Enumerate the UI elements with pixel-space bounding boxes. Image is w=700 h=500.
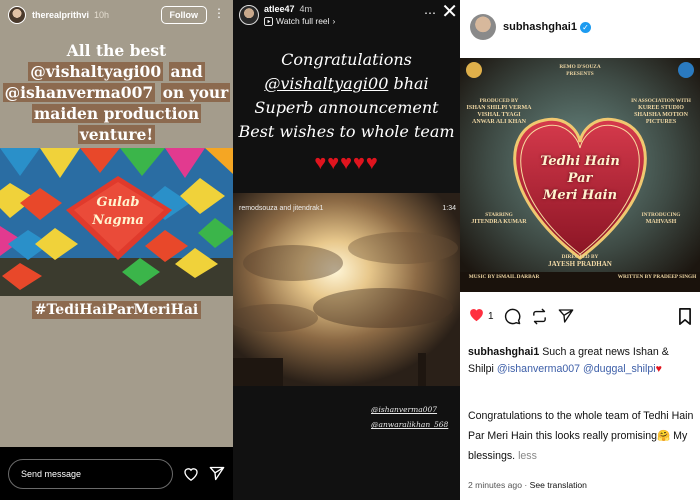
kite-label-nagma: Nagma — [91, 213, 144, 228]
poster-producer1: ISHAN SHILPI VERMA — [466, 105, 532, 111]
post-header: subhashghai1 ✓ — [470, 14, 591, 40]
wish-line3: on your — [160, 83, 231, 102]
avatar[interactable] — [8, 6, 26, 24]
story-username[interactable]: therealprithvi — [32, 10, 89, 20]
post-caption-continued: Congratulations to the whole team of Ted… — [468, 406, 694, 466]
poster-producer3: ANWAR ALI KHAN — [471, 119, 526, 125]
poster-introducing: MAHVASH — [645, 219, 677, 225]
reel-credit: remodsouza and jitendrak1 — [239, 205, 324, 212]
reel-video-thumbnail[interactable] — [233, 193, 460, 386]
wish-line4: maiden production — [31, 104, 202, 123]
see-translation-link[interactable]: See translation — [530, 480, 587, 490]
msg-line3: Superb announcement — [254, 98, 439, 117]
poster-assoc2: SHAISHA MOTION PICTURES — [634, 112, 688, 125]
poster-produced-label: PRODUCED BY — [479, 98, 519, 104]
story-time: 4m — [299, 4, 313, 14]
post-caption: subhashghai1 Such a great news Ishan & S… — [468, 344, 694, 378]
msg-bhai: bhai — [393, 74, 429, 93]
avatar[interactable] — [470, 14, 496, 40]
send-message-input[interactable]: Send message — [8, 458, 173, 489]
poster-writer: WRITTEN BY PRADEEP SINGH — [617, 274, 697, 280]
share-icon[interactable] — [558, 308, 574, 324]
watch-full-reel-label: Watch full reel — [276, 16, 330, 26]
share-icon[interactable] — [209, 466, 225, 481]
heart-filled-icon[interactable] — [468, 306, 485, 327]
poster-assoc1: KUREE STUDIO — [638, 105, 684, 111]
post-username[interactable]: subhashghai1 — [503, 21, 577, 33]
hashtag-text[interactable]: #TediHaiParMeriHai — [31, 301, 202, 319]
poster-starring-label: STARRING — [485, 212, 513, 218]
more-options-icon[interactable]: ⋯ — [424, 6, 436, 20]
story-time: 10h — [94, 10, 110, 20]
story-footer: Send message — [0, 447, 233, 500]
heart-icon[interactable] — [183, 466, 199, 481]
red-heart-emoji: ♥ — [655, 363, 662, 375]
caption-mention-ishan[interactable]: @ishanverma007 — [497, 363, 580, 375]
avatar[interactable] — [239, 5, 259, 25]
poster-director: JAYESH PRADHAN — [548, 260, 612, 268]
story-username[interactable]: atlee47 — [264, 4, 295, 14]
story-panel-atlee47: atlee47 4m Watch full reel › ⋯ ✕ Congratul… — [233, 0, 460, 500]
kites-image: Gulab Nagma — [0, 148, 233, 296]
wish-mention-vishal[interactable]: @vishaltyagi00 — [28, 62, 164, 81]
verified-badge-icon: ✓ — [579, 21, 591, 33]
poster-title-line3: Meri Hain — [542, 188, 618, 203]
less-link[interactable]: less — [518, 450, 537, 462]
mention-ishanverma[interactable]: @ishanverma007 — [371, 405, 437, 414]
post-panel-subhashghai1: subhashghai1 ✓ REMO D'SOUZA PRESENTS PRO… — [460, 0, 700, 500]
more-options-icon[interactable]: ⋮ — [213, 7, 225, 19]
poster-producer2: VISHAL TYAGI — [477, 112, 521, 118]
post-time-ago: 2 minutes ago — [468, 480, 522, 490]
hugging-face-emoji: 🤗 — [657, 430, 671, 442]
poster-assoc-label: IN ASSOCIATION WITH — [631, 98, 691, 104]
bookmark-icon[interactable] — [678, 307, 692, 325]
wish-and: and — [168, 62, 205, 81]
hearts-emoji: ♥♥♥♥♥ — [314, 152, 379, 174]
poster-presents: PRESENTS — [566, 71, 594, 77]
close-icon[interactable]: ✕ — [441, 2, 458, 22]
msg-line4: Best wishes to whole team — [238, 122, 455, 141]
follow-button[interactable]: Follow — [160, 6, 207, 24]
wish-line5: venture! — [77, 125, 156, 144]
poster-star: JITENDRA KUMAR — [471, 219, 527, 225]
caption-username[interactable]: subhashghai1 — [468, 346, 539, 358]
watch-full-reel-link[interactable]: Watch full reel › — [264, 16, 335, 26]
mention-anwaralikhan[interactable]: @anwaralikhan_568 — [371, 420, 448, 429]
repost-icon[interactable] — [531, 308, 548, 325]
reel-duration: 1:34 — [442, 205, 456, 212]
post-meta: 2 minutes ago · See translation — [468, 480, 587, 490]
like-count[interactable]: 1 — [488, 311, 494, 322]
poster-music: MUSIC BY ISMAIL DARBAR — [468, 274, 540, 280]
movie-poster-image[interactable]: REMO D'SOUZA PRESENTS PRODUCED BY ISHAN … — [460, 58, 700, 292]
story-wish-text: All the best @vishaltyagi00 and @ishanve… — [0, 40, 233, 145]
story-message: Congratulations @vishaltyagi00 bhai Supe… — [233, 48, 460, 144]
wish-line1: All the best — [66, 41, 167, 60]
kite-label-gulab: Gulab — [96, 195, 139, 210]
chevron-right-icon: › — [332, 16, 336, 26]
poster-title-line2: Par — [567, 171, 593, 186]
msg-line1: Congratulations — [281, 50, 412, 69]
poster-movie-title: Tedhi Hain Par Meri Hain — [530, 153, 630, 204]
msg-mention[interactable]: @vishaltyagi00 — [264, 74, 388, 93]
caption-mention-shilpi[interactable]: @duggal_shilpi — [583, 363, 656, 375]
story-hashtag: #TediHaiParMeriHai — [0, 301, 233, 319]
reel-icon — [264, 16, 273, 26]
poster-presenter: REMO D'SOUZA — [559, 64, 601, 70]
poster-title-line1: Tedhi Hain — [540, 154, 620, 169]
story-panel-therealprithvi: therealprithvi 10h Follow ⋮ All the best… — [0, 0, 233, 500]
poster-introducing-label: INTRODUCING — [641, 212, 681, 218]
post-actions: 1 — [468, 302, 692, 330]
comment-icon[interactable] — [504, 308, 521, 325]
wish-mention-ishan[interactable]: @ishanverma007 — [2, 83, 156, 102]
